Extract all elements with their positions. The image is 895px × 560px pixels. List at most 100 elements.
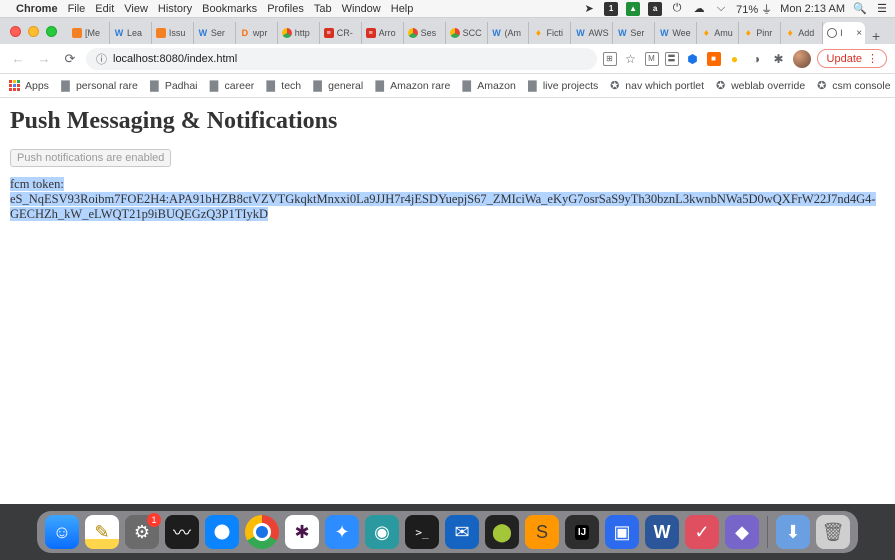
forward-button[interactable]: →: [34, 49, 54, 69]
extension-icon[interactable]: 〓: [665, 52, 679, 66]
dock-app-intellij[interactable]: IJ: [565, 515, 599, 549]
menu-profiles[interactable]: Profiles: [267, 3, 304, 15]
extension-icon[interactable]: ⬢: [685, 51, 701, 67]
browser-tab[interactable]: ≡Arro: [362, 22, 404, 44]
menu-view[interactable]: View: [124, 3, 148, 15]
dock-app-outlook[interactable]: ✉: [445, 515, 479, 549]
bookmark-folder[interactable]: ▇Padhai: [148, 79, 198, 92]
browser-tab[interactable]: WSer: [613, 22, 655, 44]
tab-label: (Am: [505, 28, 526, 38]
bookmark-folder[interactable]: ▇live projects: [526, 79, 598, 92]
browser-tab[interactable]: Ses: [404, 22, 446, 44]
dock-app-iterm[interactable]: >_: [405, 515, 439, 549]
dock-app-activity[interactable]: 〰: [165, 515, 199, 549]
bookmark-link[interactable]: ✪weblab override: [714, 79, 805, 92]
apps-icon: [8, 79, 21, 92]
dock-app-notes[interactable]: ✎: [85, 515, 119, 549]
new-tab-button[interactable]: +: [865, 28, 887, 44]
chrome-window: [MeWLeaIssuWSerDwprhttp≡CR-≡ArroSesSCCW(…: [0, 18, 895, 504]
dock-app-slack[interactable]: ✱: [285, 515, 319, 549]
browser-tab[interactable]: Issu: [152, 22, 194, 44]
browser-tab[interactable]: I×: [823, 22, 865, 44]
browser-tab[interactable]: [Me: [68, 22, 110, 44]
dock-app-finder[interactable]: ☺: [45, 515, 79, 549]
bookmark-folder[interactable]: ▇career: [208, 79, 255, 92]
menu-help[interactable]: Help: [391, 3, 414, 15]
status-icon[interactable]: a: [648, 2, 662, 16]
browser-tab[interactable]: W(Am: [488, 22, 530, 44]
dock-app-android[interactable]: ⬤: [485, 515, 519, 549]
extensions-menu-icon[interactable]: ✱: [771, 51, 787, 67]
browser-tab[interactable]: SCC: [446, 22, 488, 44]
menu-tab[interactable]: Tab: [314, 3, 332, 15]
extension-icon[interactable]: ■: [707, 52, 721, 66]
status-icon[interactable]: ▲: [626, 2, 640, 16]
address-bar[interactable]: ⓘ localhost:8080/index.html: [86, 48, 597, 70]
dock-app-sim[interactable]: ▣: [605, 515, 639, 549]
bookmark-star-icon[interactable]: ☆: [623, 51, 639, 67]
bookmark-folder[interactable]: ▇personal rare: [59, 79, 138, 92]
window-minimize-button[interactable]: [28, 26, 39, 37]
profile-avatar[interactable]: [793, 50, 811, 68]
menu-edit[interactable]: Edit: [95, 3, 114, 15]
browser-tab[interactable]: Dwpr: [236, 22, 278, 44]
bookmark-link[interactable]: ✪nav which portlet: [608, 79, 704, 92]
app-menu[interactable]: Chrome: [16, 3, 58, 15]
browser-tab[interactable]: ≡CR-: [320, 22, 362, 44]
extension-icon[interactable]: M: [645, 52, 659, 66]
dock-app-chime[interactable]: ◉: [365, 515, 399, 549]
browser-tab[interactable]: http: [278, 22, 320, 44]
dock-app-sublime[interactable]: S: [525, 515, 559, 549]
bookmark-label: general: [328, 80, 363, 92]
browser-tab[interactable]: WSer: [194, 22, 236, 44]
bookmark-folder[interactable]: ▇general: [311, 79, 363, 92]
bookmark-link[interactable]: ✪csm console: [815, 79, 890, 92]
dock-app-generic1[interactable]: ◆: [725, 515, 759, 549]
qr-icon[interactable]: ⊞: [603, 52, 617, 66]
dock-app-chrome[interactable]: [245, 515, 279, 549]
control-center-icon[interactable]: ☰: [875, 2, 889, 16]
dock-app-trash[interactable]: 🗑: [816, 515, 850, 549]
window-close-button[interactable]: [10, 26, 21, 37]
browser-tab[interactable]: ♦Amu: [697, 22, 739, 44]
spotlight-icon[interactable]: 🔍: [853, 2, 867, 16]
site-info-icon[interactable]: ⓘ: [96, 51, 107, 67]
bookmark-folder[interactable]: ▇tech: [264, 79, 301, 92]
dock-app-word[interactable]: W: [645, 515, 679, 549]
dock-app-settings[interactable]: ⚙1: [125, 515, 159, 549]
extension-icon[interactable]: ●: [727, 51, 743, 67]
dock-app-zoom[interactable]: ✦: [325, 515, 359, 549]
browser-tab[interactable]: ♦Pinr: [739, 22, 781, 44]
browser-tab[interactable]: ♦Ficti: [529, 22, 571, 44]
menu-history[interactable]: History: [158, 3, 192, 15]
update-button[interactable]: Update⋮: [817, 49, 887, 68]
wifi-icon[interactable]: ⌵: [714, 2, 728, 16]
bookmark-folder[interactable]: ▇Amazon rare: [373, 79, 450, 92]
menu-window[interactable]: Window: [342, 3, 381, 15]
reload-button[interactable]: ⟳: [60, 49, 80, 69]
tab-close-icon[interactable]: ×: [856, 28, 862, 39]
dock-app-dl[interactable]: ⬇: [776, 515, 810, 549]
bookmark-label: Amazon: [477, 80, 516, 92]
menu-file[interactable]: File: [68, 3, 86, 15]
extension-icon[interactable]: ◑: [749, 51, 765, 67]
status-icon[interactable]: ⏻: [670, 2, 684, 16]
apps-shortcut[interactable]: Apps: [8, 79, 49, 92]
battery-status[interactable]: 71% ⏚: [736, 1, 772, 17]
window-zoom-button[interactable]: [46, 26, 57, 37]
status-icon[interactable]: 1: [604, 2, 618, 16]
back-button[interactable]: ←: [8, 49, 28, 69]
clock[interactable]: Mon 2:13 AM: [780, 3, 845, 15]
bookmark-folder[interactable]: ▇Amazon: [460, 79, 516, 92]
dock-app-todo[interactable]: ✓: [685, 515, 719, 549]
fcm-token-text[interactable]: fcm token: eS_NqESV93Roibm7FOE2H4:APA91b…: [10, 177, 755, 222]
browser-tab[interactable]: WWee: [655, 22, 697, 44]
menu-bookmarks[interactable]: Bookmarks: [202, 3, 257, 15]
dock-app-safari[interactable]: [205, 515, 239, 549]
status-icon[interactable]: ➤: [582, 2, 596, 16]
browser-tab[interactable]: WAWS: [571, 22, 613, 44]
url-text: localhost:8080/index.html: [113, 53, 237, 65]
browser-tab[interactable]: ♦Add: [781, 22, 823, 44]
browser-tab[interactable]: WLea: [110, 22, 152, 44]
status-icon[interactable]: ☁: [692, 2, 706, 16]
